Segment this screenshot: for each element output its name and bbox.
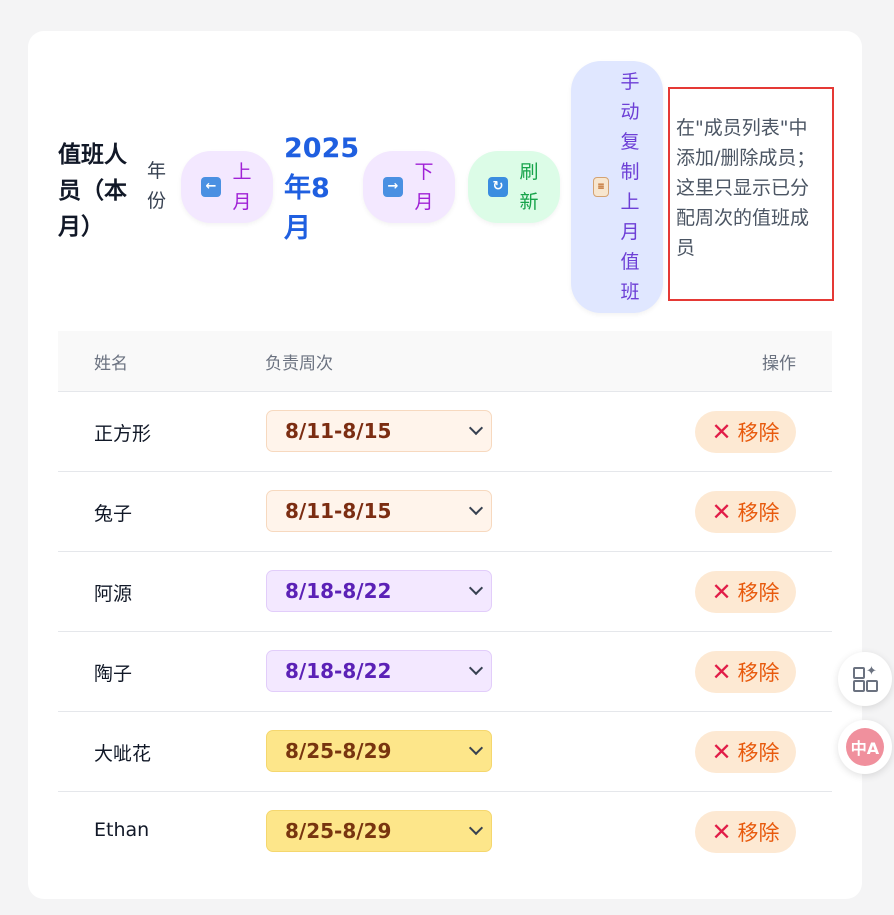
remove-label: 移除 [737,741,780,765]
remove-label: 移除 [737,821,780,845]
prev-month-label: 上月 [232,161,252,213]
member-name: 大呲花 [94,743,152,765]
duty-card: 值班人员（本月） 年份 ← 上月 2025年8月 → 下月 ↻ 刷新 ≡ 手动复… [28,31,862,899]
copy-last-month-label: 手动复制上月值班 [620,71,640,303]
chevron-down-icon [468,740,484,756]
table-row: 阿源 8/18-8/22 ✕ 移除 [58,552,832,632]
chevron-down-icon [468,500,484,516]
current-month: 2025年8月 [284,133,360,244]
apps-float-button[interactable]: ✦ [838,652,892,706]
hint-note: 在"成员列表"中添加/删除成员；这里只显示已分配周次的值班成员 [668,87,834,301]
week-select[interactable]: 8/11-8/15 [266,490,492,532]
column-header-action: 操作 [762,354,796,374]
week-select[interactable]: 8/11-8/15 [266,410,492,452]
week-select[interactable]: 8/18-8/22 [266,570,492,612]
table-header: 姓名 负责周次 操作 [58,331,832,392]
close-icon: ✕ [711,498,732,526]
remove-button[interactable]: ✕ 移除 [695,411,796,453]
member-name: 阿源 [94,583,133,605]
clipboard-icon: ≡ [593,177,609,197]
chevron-down-icon [468,820,484,836]
remove-button[interactable]: ✕ 移除 [695,491,796,533]
week-select[interactable]: 8/18-8/22 [266,650,492,692]
member-name: 正方形 [94,423,152,445]
refresh-label: 刷新 [519,161,539,213]
year-label: 年份 [147,160,167,212]
member-name: 陶子 [94,663,133,685]
member-name: 兔子 [94,503,133,525]
table-row: 陶子 8/18-8/22 ✕ 移除 [58,632,832,712]
close-icon: ✕ [711,418,732,446]
week-select-value: 8/11-8/15 [285,419,392,443]
remove-label: 移除 [737,581,780,605]
next-month-button[interactable]: → 下月 [363,151,455,223]
translate-float-button[interactable]: 中A [838,720,892,774]
remove-label: 移除 [737,661,780,685]
column-header-name: 姓名 [94,354,128,374]
prev-month-button[interactable]: ← 上月 [181,151,273,223]
chevron-down-icon [468,660,484,676]
week-select-value: 8/18-8/22 [285,579,392,603]
week-select-value: 8/25-8/29 [285,739,392,763]
member-name: Ethan [94,819,150,841]
refresh-icon: ↻ [488,177,508,197]
remove-button[interactable]: ✕ 移除 [695,811,796,853]
week-select[interactable]: 8/25-8/29 [266,730,492,772]
remove-label: 移除 [737,501,780,525]
refresh-button[interactable]: ↻ 刷新 [468,151,560,223]
week-select[interactable]: 8/25-8/29 [266,810,492,852]
table-row: 兔子 8/11-8/15 ✕ 移除 [58,472,832,552]
close-icon: ✕ [711,658,732,686]
week-select-value: 8/25-8/29 [285,819,392,843]
table-row: 大呲花 8/25-8/29 ✕ 移除 [58,712,832,792]
apps-icon: ✦ [853,664,878,692]
remove-button[interactable]: ✕ 移除 [695,571,796,613]
remove-button[interactable]: ✕ 移除 [695,651,796,693]
column-header-week: 负责周次 [265,354,333,374]
close-icon: ✕ [711,578,732,606]
remove-label: 移除 [737,421,780,445]
next-month-label: 下月 [414,161,434,213]
copy-last-month-button[interactable]: ≡ 手动复制上月值班 [571,61,663,313]
duty-table: 姓名 负责周次 操作 正方形 8/11-8/15 ✕ 移除 兔子 8/11-8/… [58,331,832,871]
right-arrow-icon: → [383,177,403,197]
toolbar: 值班人员（本月） 年份 ← 上月 2025年8月 → 下月 ↻ 刷新 ≡ 手动复… [28,31,862,331]
translate-icon: 中A [846,728,884,766]
table-row: 正方形 8/11-8/15 ✕ 移除 [58,392,832,472]
close-icon: ✕ [711,818,732,846]
week-select-value: 8/11-8/15 [285,499,392,523]
week-select-value: 8/18-8/22 [285,659,392,683]
left-arrow-icon: ← [201,177,221,197]
chevron-down-icon [468,580,484,596]
close-icon: ✕ [711,738,732,766]
chevron-down-icon [468,420,484,436]
table-row: Ethan 8/25-8/29 ✕ 移除 [58,792,832,871]
page-title: 值班人员（本月） [58,142,127,240]
remove-button[interactable]: ✕ 移除 [695,731,796,773]
